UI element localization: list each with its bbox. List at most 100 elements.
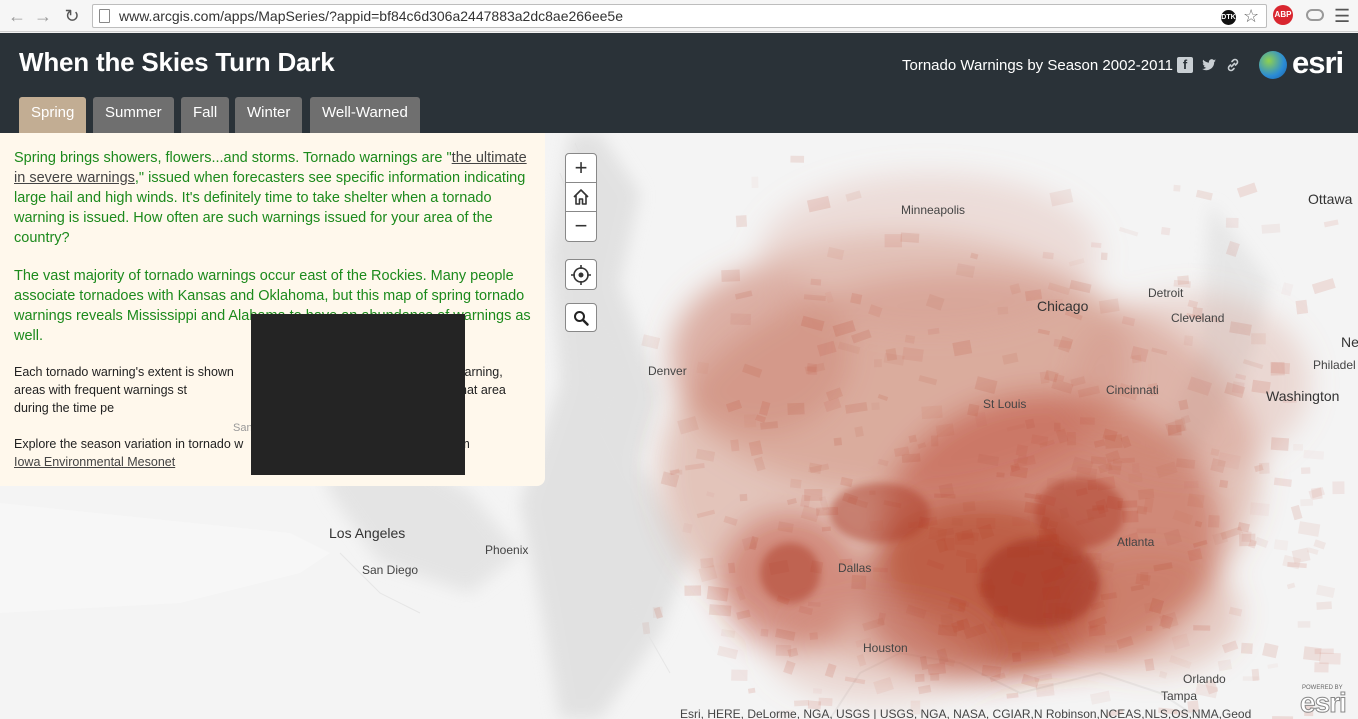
warning-polygon	[684, 585, 702, 596]
esri-logo[interactable]: esri	[1259, 45, 1349, 81]
home-button[interactable]	[565, 183, 597, 212]
city-label: Ne	[1341, 334, 1358, 350]
warning-polygon	[921, 405, 943, 420]
warning-polygon	[1167, 424, 1182, 436]
warning-polygon	[1300, 498, 1314, 507]
warning-polygon	[717, 645, 739, 660]
browser-toolbar: ← → ↻ www.arcgis.com/apps/MapSeries/?app…	[0, 0, 1358, 32]
extension-dtk-icon[interactable]: DTK	[1221, 10, 1236, 25]
warning-polygon	[951, 517, 963, 527]
warning-polygon	[744, 414, 756, 427]
search-icon	[574, 311, 589, 326]
warning-polygon	[669, 469, 683, 475]
warning-polygon	[728, 562, 736, 574]
warning-polygon	[962, 501, 976, 512]
warning-polygon	[979, 583, 996, 599]
forward-arrow-icon[interactable]: →	[32, 5, 54, 27]
back-arrow-icon[interactable]: ←	[6, 5, 28, 27]
tab-spring[interactable]: Spring	[19, 97, 87, 133]
warning-polygon	[1297, 621, 1311, 628]
crosshair-icon	[571, 265, 591, 285]
locate-button[interactable]	[565, 259, 597, 290]
warning-polygon	[1034, 673, 1053, 683]
warning-polygon	[869, 490, 876, 495]
warning-polygon	[1090, 242, 1102, 249]
warning-polygon	[731, 669, 748, 681]
home-icon	[573, 189, 589, 205]
warning-polygon	[809, 632, 819, 640]
warning-polygon	[1021, 641, 1040, 652]
warning-polygon	[1187, 493, 1205, 508]
link-icon[interactable]	[1225, 57, 1241, 73]
warning-polygon	[1117, 500, 1138, 508]
tab-summer[interactable]: Summer	[93, 97, 174, 133]
iowa-mesonet-link[interactable]: Iowa Environmental Mesonet	[14, 455, 175, 469]
tab-winter[interactable]: Winter	[235, 97, 303, 133]
city-label: Washington	[1266, 388, 1340, 404]
city-label: Tampa	[1161, 689, 1198, 703]
warning-polygon	[720, 629, 736, 638]
tab-well-warned[interactable]: Well-Warned	[310, 97, 420, 133]
warning-polygon	[1012, 516, 1030, 526]
address-bar[interactable]: www.arcgis.com/apps/MapSeries/?appid=bf8…	[92, 4, 1267, 28]
city-label: Atlanta	[1117, 535, 1155, 549]
city-label: Ottawa	[1308, 191, 1353, 207]
powered-by-esri-logo[interactable]: POWERED BY esri	[1298, 685, 1358, 719]
warning-polygon	[818, 697, 833, 707]
warning-polygon	[930, 673, 940, 681]
warning-polygon	[833, 437, 843, 446]
warning-polygon	[1132, 463, 1140, 473]
city-label: Orlando	[1183, 672, 1226, 686]
facebook-icon[interactable]: f	[1177, 57, 1193, 73]
warning-polygon	[1270, 361, 1285, 376]
warning-polygon	[682, 523, 693, 534]
zoom-in-button[interactable]: +	[565, 153, 597, 183]
esri-logo-text: esri	[1292, 45, 1344, 80]
warning-polygon	[1006, 692, 1019, 699]
warning-polygon	[730, 313, 752, 326]
warning-polygon	[1090, 690, 1111, 705]
warning-polygon	[1323, 219, 1339, 228]
warning-polygon	[1048, 602, 1071, 614]
city-label: Dallas	[838, 561, 872, 575]
warning-polygon	[821, 526, 831, 532]
city-label: Cincinnati	[1106, 383, 1159, 397]
warning-polygon	[735, 215, 748, 228]
twitter-icon[interactable]	[1201, 57, 1217, 73]
powered-logo-text: esri	[1300, 687, 1348, 719]
url-text[interactable]: www.arcgis.com/apps/MapSeries/?appid=bf8…	[119, 8, 623, 24]
warning-polygon	[927, 662, 946, 676]
map-attribution: Esri, HERE, DeLorme, NGA, USGS | USGS, N…	[680, 707, 1252, 719]
warning-polygon	[870, 520, 884, 531]
warning-polygon	[747, 687, 756, 694]
city-label: Denver	[648, 364, 687, 378]
tab-fall[interactable]: Fall	[181, 97, 230, 133]
city-label: San	[233, 422, 253, 434]
search-button[interactable]	[565, 303, 597, 332]
warning-polygon	[1122, 510, 1139, 523]
warning-polygon	[874, 359, 882, 368]
zoom-out-button[interactable]: −	[565, 212, 597, 242]
warning-polygon	[1281, 282, 1294, 296]
warning-polygon	[775, 644, 792, 657]
city-label: Detroit	[1148, 286, 1184, 300]
warning-polygon	[1219, 479, 1229, 489]
warning-polygon	[1208, 515, 1220, 528]
warning-polygon	[794, 699, 810, 707]
reload-icon[interactable]: ↻	[61, 5, 83, 27]
warning-polygon	[1100, 252, 1108, 261]
adblock-icon[interactable]: ABP	[1273, 5, 1293, 25]
warning-polygon	[976, 517, 996, 529]
browser-menu-icon[interactable]: ☰	[1334, 6, 1350, 27]
warning-polygon	[1015, 444, 1029, 457]
warning-polygon	[1007, 546, 1029, 558]
warning-polygon	[850, 292, 863, 305]
warning-polygon	[1193, 625, 1211, 631]
warning-polygon	[1316, 601, 1332, 610]
app-subtitle: Tornado Warnings by Season 2002-2011	[902, 57, 1174, 74]
warning-polygon	[1085, 552, 1102, 561]
extension-icon[interactable]	[1306, 9, 1324, 21]
warning-polygon	[813, 688, 822, 694]
bookmark-star-icon[interactable]: ☆	[1243, 6, 1259, 27]
warning-polygon	[1242, 676, 1259, 681]
